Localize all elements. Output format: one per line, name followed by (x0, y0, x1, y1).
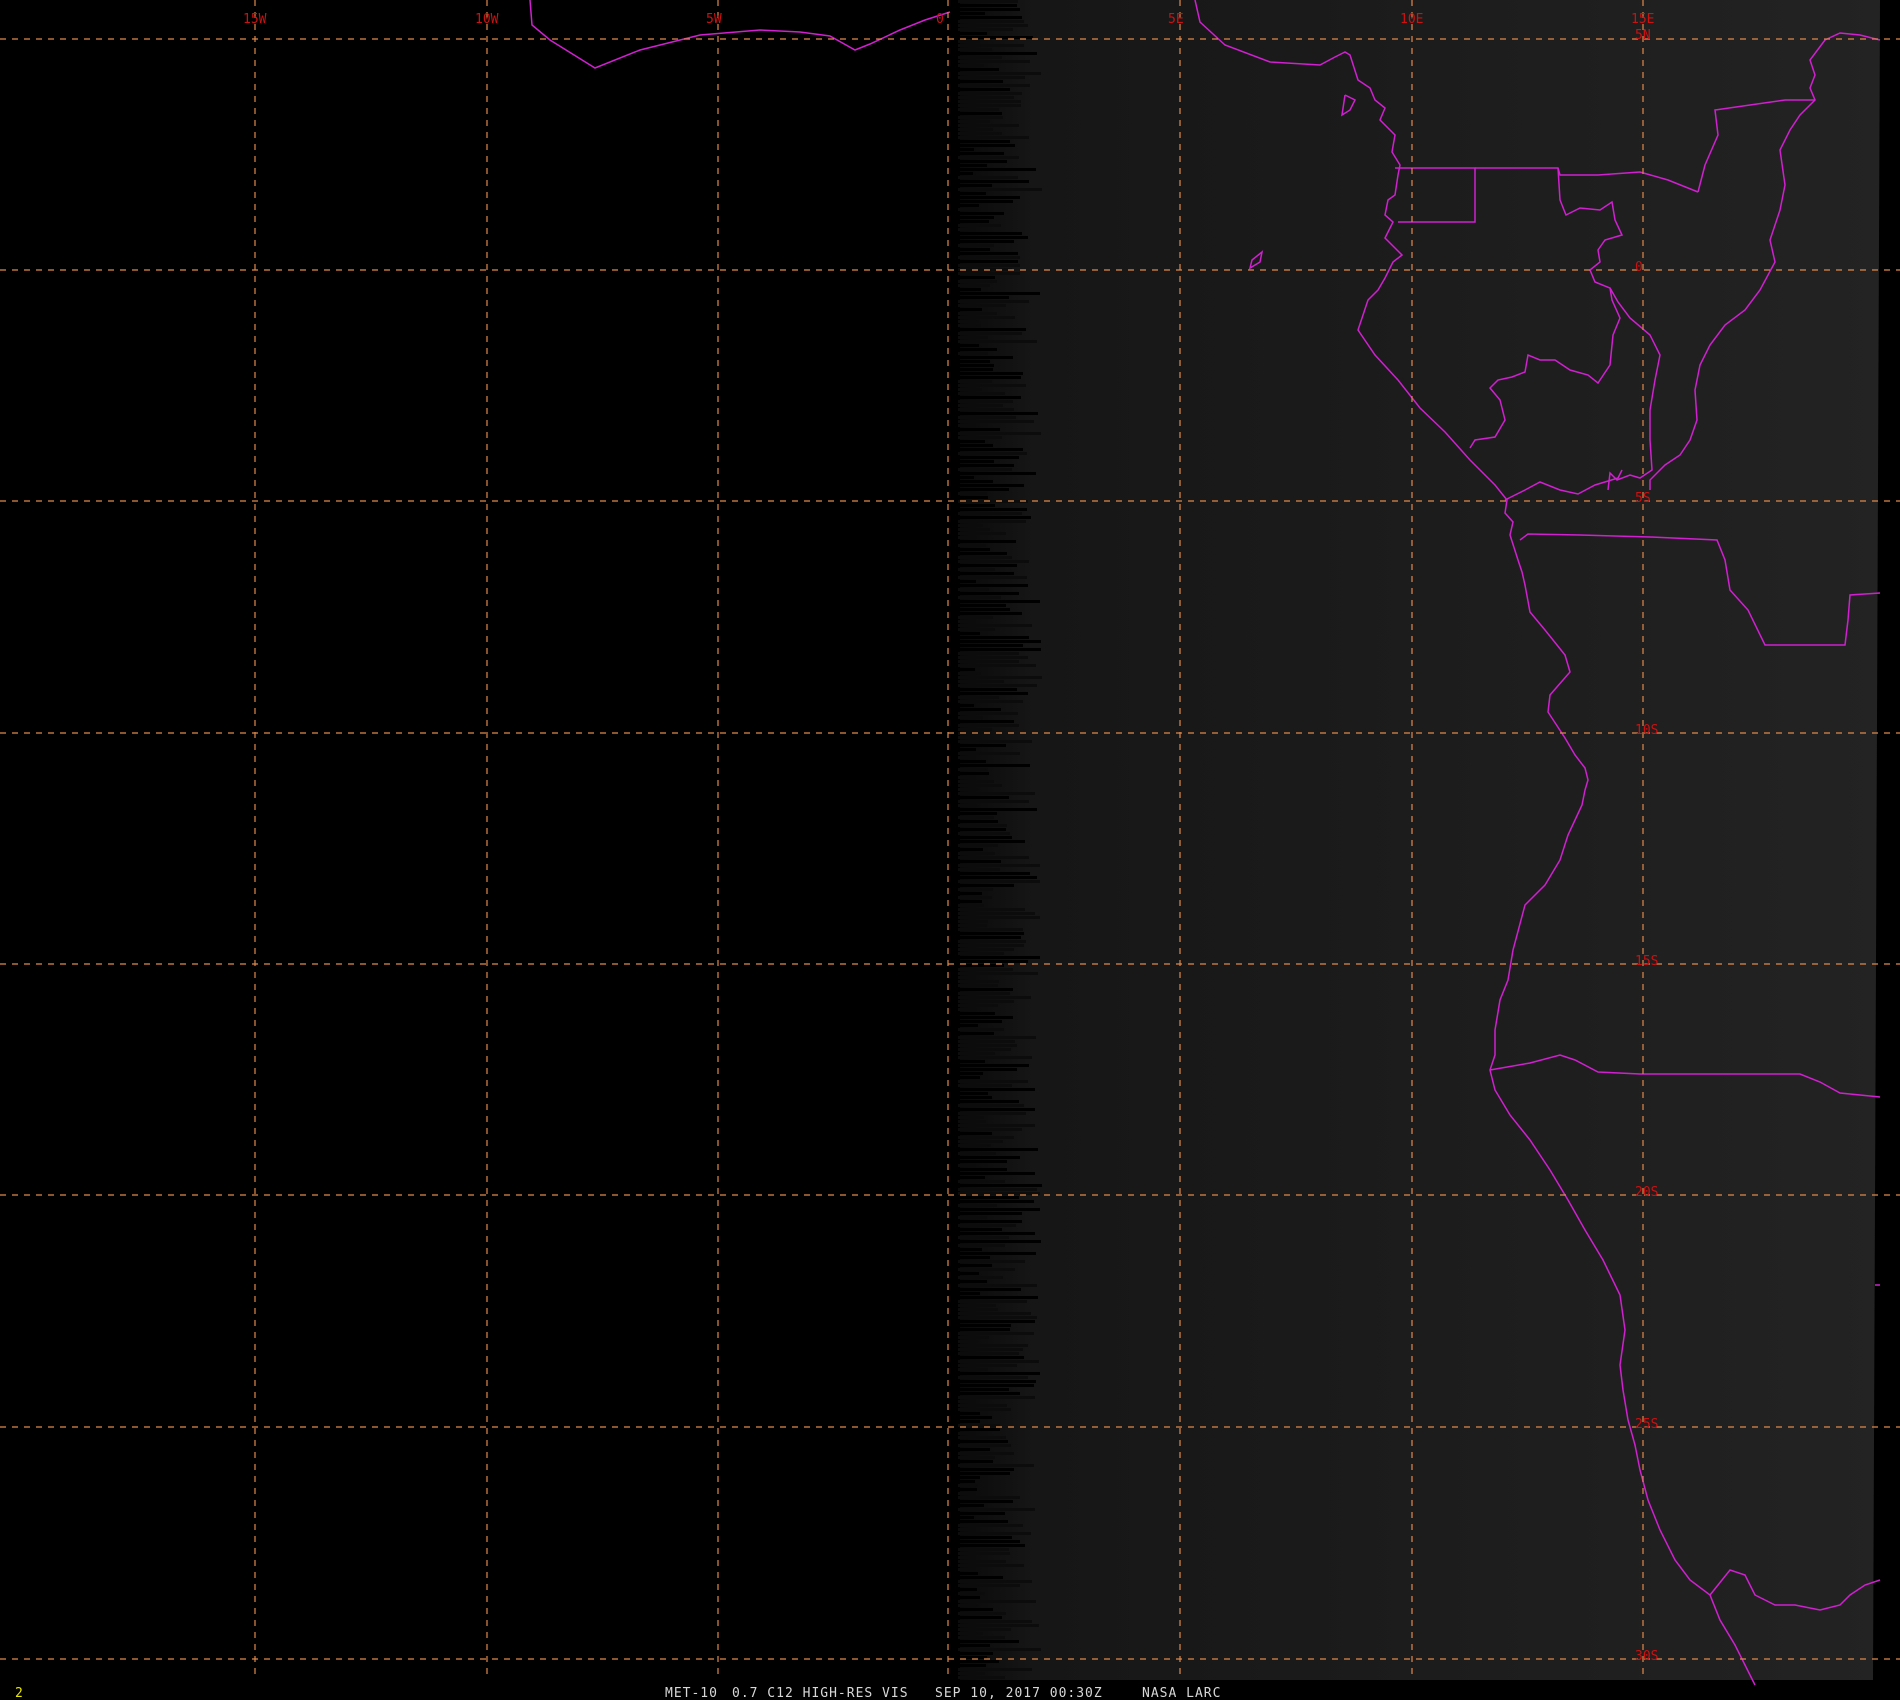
satellite-image-viewer[interactable]: 15W 10W 5W 0 5E 10E 15E 5N 0 5S 10S 15S 20S 25S 30S 2… (0, 0, 1900, 1700)
sunlit-image-region (960, 0, 1880, 1680)
status-source: NASA LARC (1142, 1686, 1221, 1700)
status-channel: 0.7 C12 HIGH-RES VIS (732, 1686, 909, 1700)
longitude-label: 5E (1168, 12, 1184, 27)
latitude-label: 30S (1635, 1649, 1658, 1664)
longitude-label: 15E (1631, 12, 1654, 27)
status-satellite: MET-10 (665, 1686, 718, 1700)
latitude-label: 15S (1635, 954, 1658, 969)
longitude-label: 15W (243, 12, 267, 27)
latitude-label: 5N (1635, 28, 1651, 43)
satellite-map[interactable]: 15W 10W 5W 0 5E 10E 15E 5N 0 5S 10S 15S 20S 25S 30S 2… (0, 0, 1900, 1700)
latitude-label: 25S (1635, 1417, 1658, 1432)
latitude-label: 20S (1635, 1185, 1658, 1200)
latitude-label: 5S (1635, 491, 1651, 506)
longitude-label: 5W (706, 12, 722, 27)
latitude-label: 0 (1635, 260, 1643, 275)
status-datetime: SEP 10, 2017 00:30Z (935, 1686, 1103, 1700)
longitude-label: 0 (936, 12, 944, 27)
longitude-label: 10E (1400, 12, 1423, 27)
longitude-label: 10W (475, 12, 499, 27)
frame-number: 2 (15, 1686, 23, 1700)
latitude-label: 10S (1635, 723, 1658, 738)
